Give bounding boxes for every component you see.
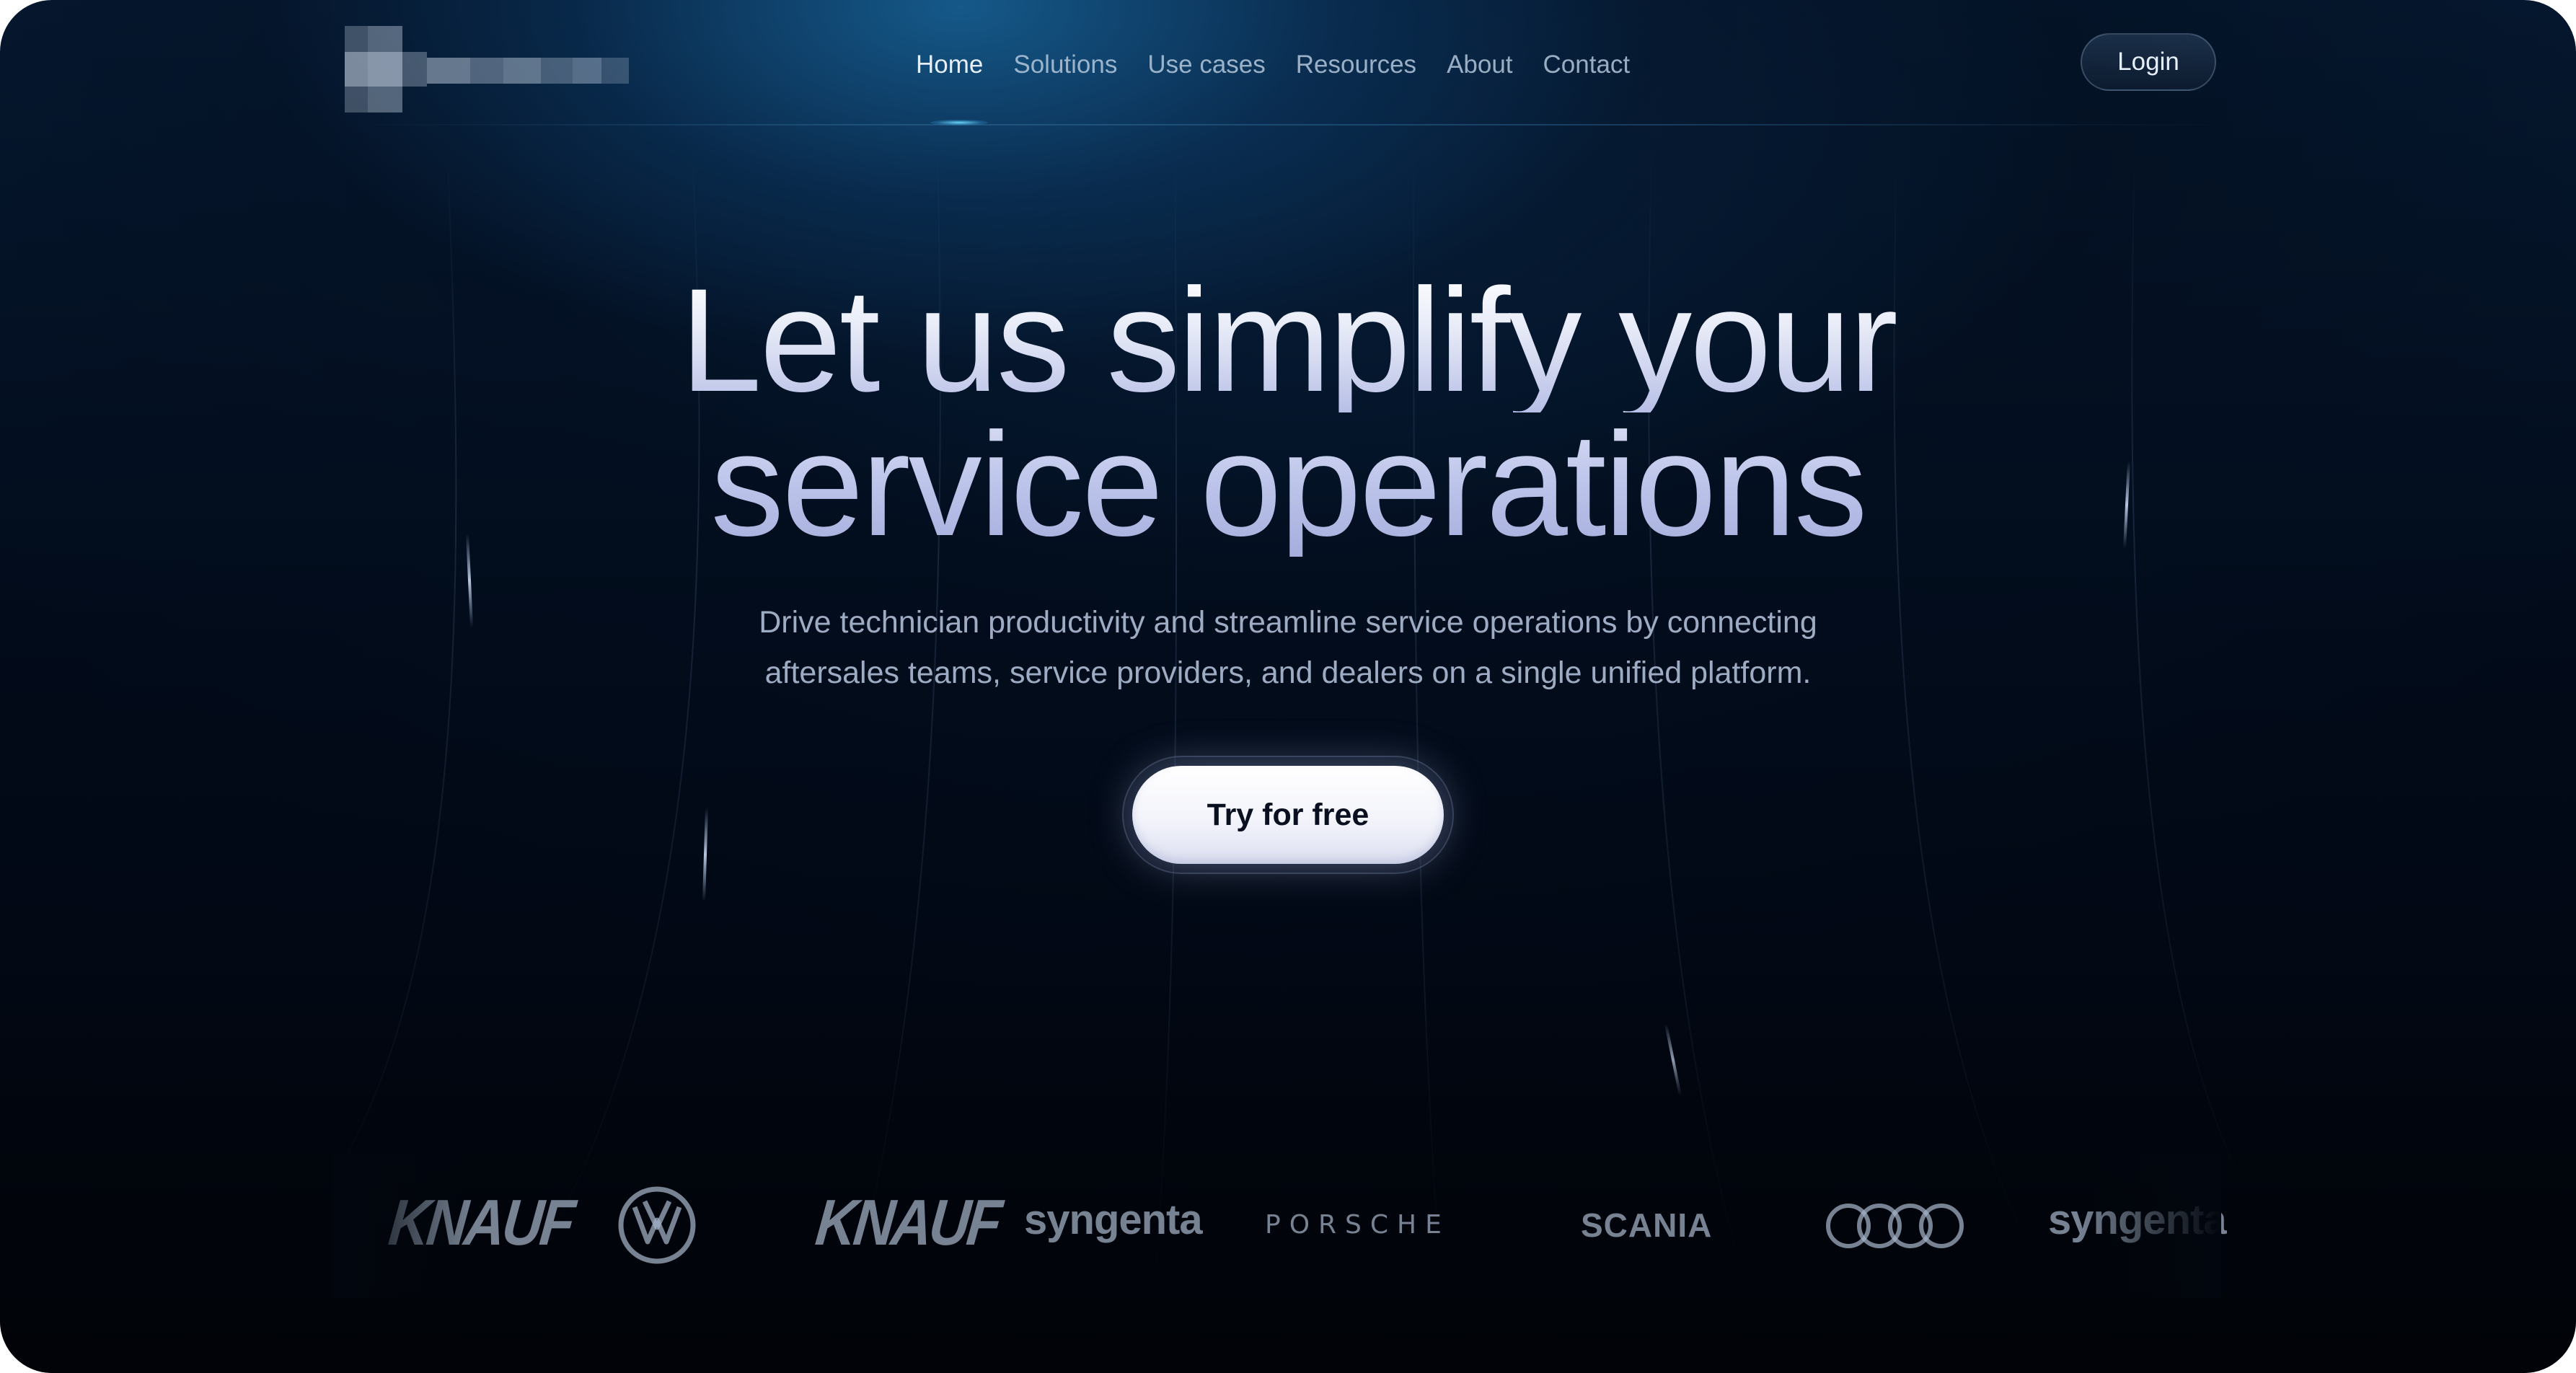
nav-link-use-cases[interactable]: Use cases	[1147, 50, 1265, 79]
syngenta-logo: syngenta	[1024, 1196, 1203, 1243]
scania-logo: SCANIA	[1581, 1206, 1713, 1244]
hero-subtitle: Drive technician productivity and stream…	[0, 597, 2576, 698]
nav-link-about[interactable]: About	[1447, 50, 1512, 79]
audi-logo	[1826, 1204, 1964, 1248]
porsche-logo: PORSCHE	[1265, 1210, 1450, 1240]
logo-strip-fade-right	[2077, 1154, 2221, 1298]
hero-title: Let us simplify your service operations	[0, 267, 2576, 558]
top-navigation: Home Solutions Use cases Resources About…	[0, 0, 2576, 127]
brand-logo-strip: KNAUF KNAUF syngenta PORSCHE SCANIA syng…	[375, 1175, 2227, 1276]
knauf-logo: KNAUF	[812, 1186, 1003, 1259]
nav-link-home[interactable]: Home	[916, 50, 983, 79]
hero-section: Home Solutions Use cases Resources About…	[0, 0, 2576, 1373]
hero-title-line-2: service operations	[0, 411, 2576, 558]
active-indicator-glow	[930, 120, 988, 125]
hero-title-line-1: Let us simplify your	[0, 267, 2576, 414]
try-for-free-button[interactable]: Try for free	[1132, 766, 1444, 864]
login-button[interactable]: Login	[2081, 33, 2216, 91]
logo-icon[interactable]	[345, 26, 629, 112]
nav-divider	[346, 124, 2221, 125]
logo-strip-fade-left	[332, 1154, 476, 1298]
nav-link-contact[interactable]: Contact	[1543, 50, 1631, 79]
nav-link-resources[interactable]: Resources	[1296, 50, 1416, 79]
volkswagen-logo	[618, 1186, 696, 1264]
nav-link-solutions[interactable]: Solutions	[1013, 50, 1117, 79]
hero-subtitle-line-2: aftersales teams, service providers, and…	[764, 655, 1812, 690]
hero-subtitle-line-1: Drive technician productivity and stream…	[759, 605, 1817, 640]
main-menu: Home Solutions Use cases Resources About…	[916, 43, 1630, 87]
